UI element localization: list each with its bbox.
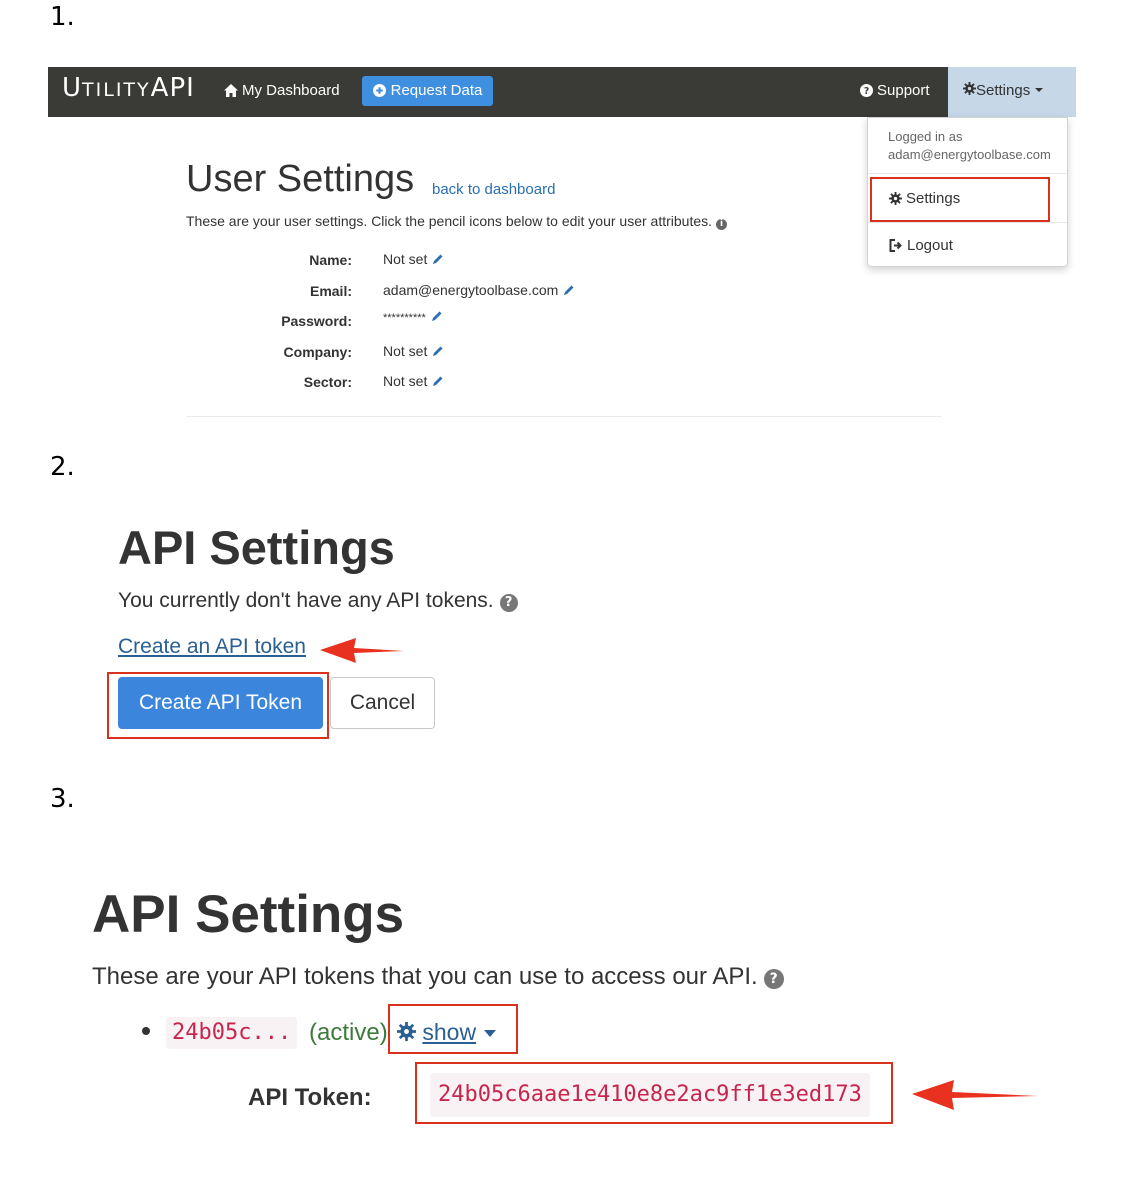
help-icon[interactable]: ? — [499, 594, 518, 612]
dropdown-divider — [868, 222, 1067, 223]
field-value-sector: Not set — [383, 373, 444, 389]
help-icon[interactable]: ? — [763, 969, 784, 989]
field-label-email: Email: — [309, 283, 352, 299]
pencil-icon[interactable] — [432, 375, 444, 387]
field-label-sector: Sector: — [303, 374, 352, 390]
create-api-token-button[interactable]: Create API Token — [118, 677, 323, 729]
question-circle-icon: ? — [860, 84, 873, 97]
gear-icon — [963, 82, 976, 95]
nav-settings-dropdown[interactable]: Settings — [948, 67, 1076, 117]
page-title-user-settings: User Settings — [186, 158, 415, 200]
field-value-password: ********** — [383, 310, 443, 324]
section-divider — [186, 416, 942, 417]
field-label-name: Name: — [309, 252, 352, 268]
pencil-icon[interactable] — [431, 310, 443, 322]
token-status: (active) — [309, 1019, 388, 1046]
highlight-box-settings-item — [870, 177, 1050, 222]
nav-my-dashboard[interactable]: My Dashboard — [224, 82, 340, 99]
request-data-button[interactable]: Request Data — [362, 76, 493, 106]
field-value-name: Not set — [383, 251, 444, 267]
logout-icon — [889, 239, 902, 252]
list-bullet — [142, 1027, 150, 1035]
logged-in-info: Logged in as adam@energytoolbase.com — [888, 129, 1051, 162]
dropdown-item-logout[interactable]: Logout — [889, 237, 953, 254]
page-title-api-settings: API Settings — [118, 521, 395, 574]
home-icon — [224, 84, 238, 97]
token-short: 24b05c... — [166, 1017, 298, 1049]
step-number-1: 1. — [50, 2, 75, 32]
red-arrow-annotation — [912, 1080, 1038, 1110]
caret-down-icon — [1035, 88, 1044, 92]
highlight-box-api-token — [415, 1062, 893, 1124]
step-number-2: 2. — [50, 452, 75, 482]
api-settings-description: You currently don't have any API tokens.… — [118, 589, 518, 613]
plus-circle-icon — [372, 84, 386, 97]
cancel-button[interactable]: Cancel — [330, 677, 435, 729]
highlight-box-show-toggle — [388, 1004, 518, 1054]
field-value-company: Not set — [383, 343, 444, 359]
utilityapi-logo[interactable]: UTILITYAPI — [62, 73, 195, 109]
field-value-email: adam@energytoolbase.com — [383, 282, 575, 298]
pencil-icon[interactable] — [563, 284, 575, 296]
dropdown-divider — [868, 173, 1067, 174]
svg-text:?: ? — [864, 86, 869, 97]
step-number-3: 3. — [50, 784, 75, 814]
api-tokens-description: These are your API tokens that you can u… — [92, 963, 784, 991]
red-arrow-annotation — [320, 638, 404, 663]
top-navbar: UTILITYAPI My Dashboard Request Data ? Su… — [48, 67, 1076, 117]
page-title-api-settings: API Settings — [92, 885, 405, 944]
api-token-label: API Token: — [248, 1084, 372, 1111]
user-settings-description: These are your user settings. Click the … — [186, 213, 728, 230]
pencil-icon[interactable] — [432, 253, 444, 265]
back-to-dashboard-link[interactable]: back to dashboard — [432, 181, 555, 198]
field-label-company: Company: — [283, 344, 352, 360]
pencil-icon[interactable] — [432, 345, 444, 357]
info-icon[interactable]: i — [716, 219, 728, 230]
nav-support[interactable]: ? Support — [860, 82, 930, 99]
field-label-password: Password: — [281, 313, 352, 329]
create-api-token-link[interactable]: Create an API token — [118, 635, 306, 659]
